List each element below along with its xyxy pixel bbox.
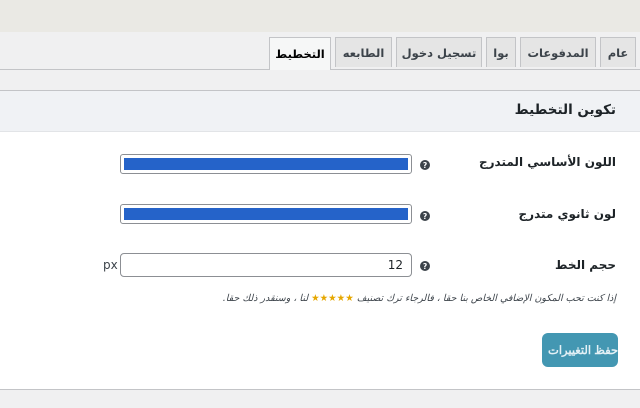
primary-color-swatch xyxy=(124,158,408,170)
primary-color-label: اللون الأساسي المتدرج xyxy=(479,155,616,169)
settings-tabs: عام المدفوعات بوا تسجيل دخول الطابعه الت… xyxy=(0,37,640,70)
secondary-color-swatch xyxy=(124,208,408,220)
tab-printer[interactable]: الطابعه xyxy=(335,37,392,67)
secondary-color-label: لون ثانوي متدرج xyxy=(518,207,616,221)
tab-general[interactable]: عام xyxy=(600,37,636,67)
help-icon[interactable]: ? xyxy=(420,211,430,221)
rating-note-text-end: لنا ، وسنقدر ذلك حقا. xyxy=(222,293,309,304)
tab-login[interactable]: تسجيل دخول xyxy=(396,37,482,67)
help-icon[interactable]: ? xyxy=(420,160,430,170)
tab-layout[interactable]: التخطيط xyxy=(269,37,331,70)
rating-stars-link[interactable]: ★★★★★ xyxy=(311,293,354,304)
section-header: تكوين التخطيط xyxy=(0,91,640,132)
primary-color-picker[interactable] xyxy=(120,154,412,174)
secondary-color-picker[interactable] xyxy=(120,204,412,224)
top-strip xyxy=(0,0,640,32)
tab-payments[interactable]: المدفوعات xyxy=(520,37,596,67)
section-title: تكوين التخطيط xyxy=(514,102,616,118)
font-size-input[interactable]: 12 xyxy=(120,253,412,277)
font-size-label: حجم الخط xyxy=(554,258,616,272)
rating-note-text: إذا كنت تحب المكون الإضافي الخاص بنا حقا… xyxy=(356,293,616,304)
rating-note: إذا كنت تحب المكون الإضافي الخاص بنا حقا… xyxy=(223,293,616,304)
save-changes-button[interactable]: حفظ التغييرات xyxy=(542,333,618,367)
font-size-unit: px xyxy=(103,258,118,272)
help-icon[interactable]: ? xyxy=(420,261,430,271)
tab-boa[interactable]: بوا xyxy=(486,37,516,67)
layout-settings-card: تكوين التخطيط اللون الأساسي المتدرج ? لو… xyxy=(0,90,640,390)
